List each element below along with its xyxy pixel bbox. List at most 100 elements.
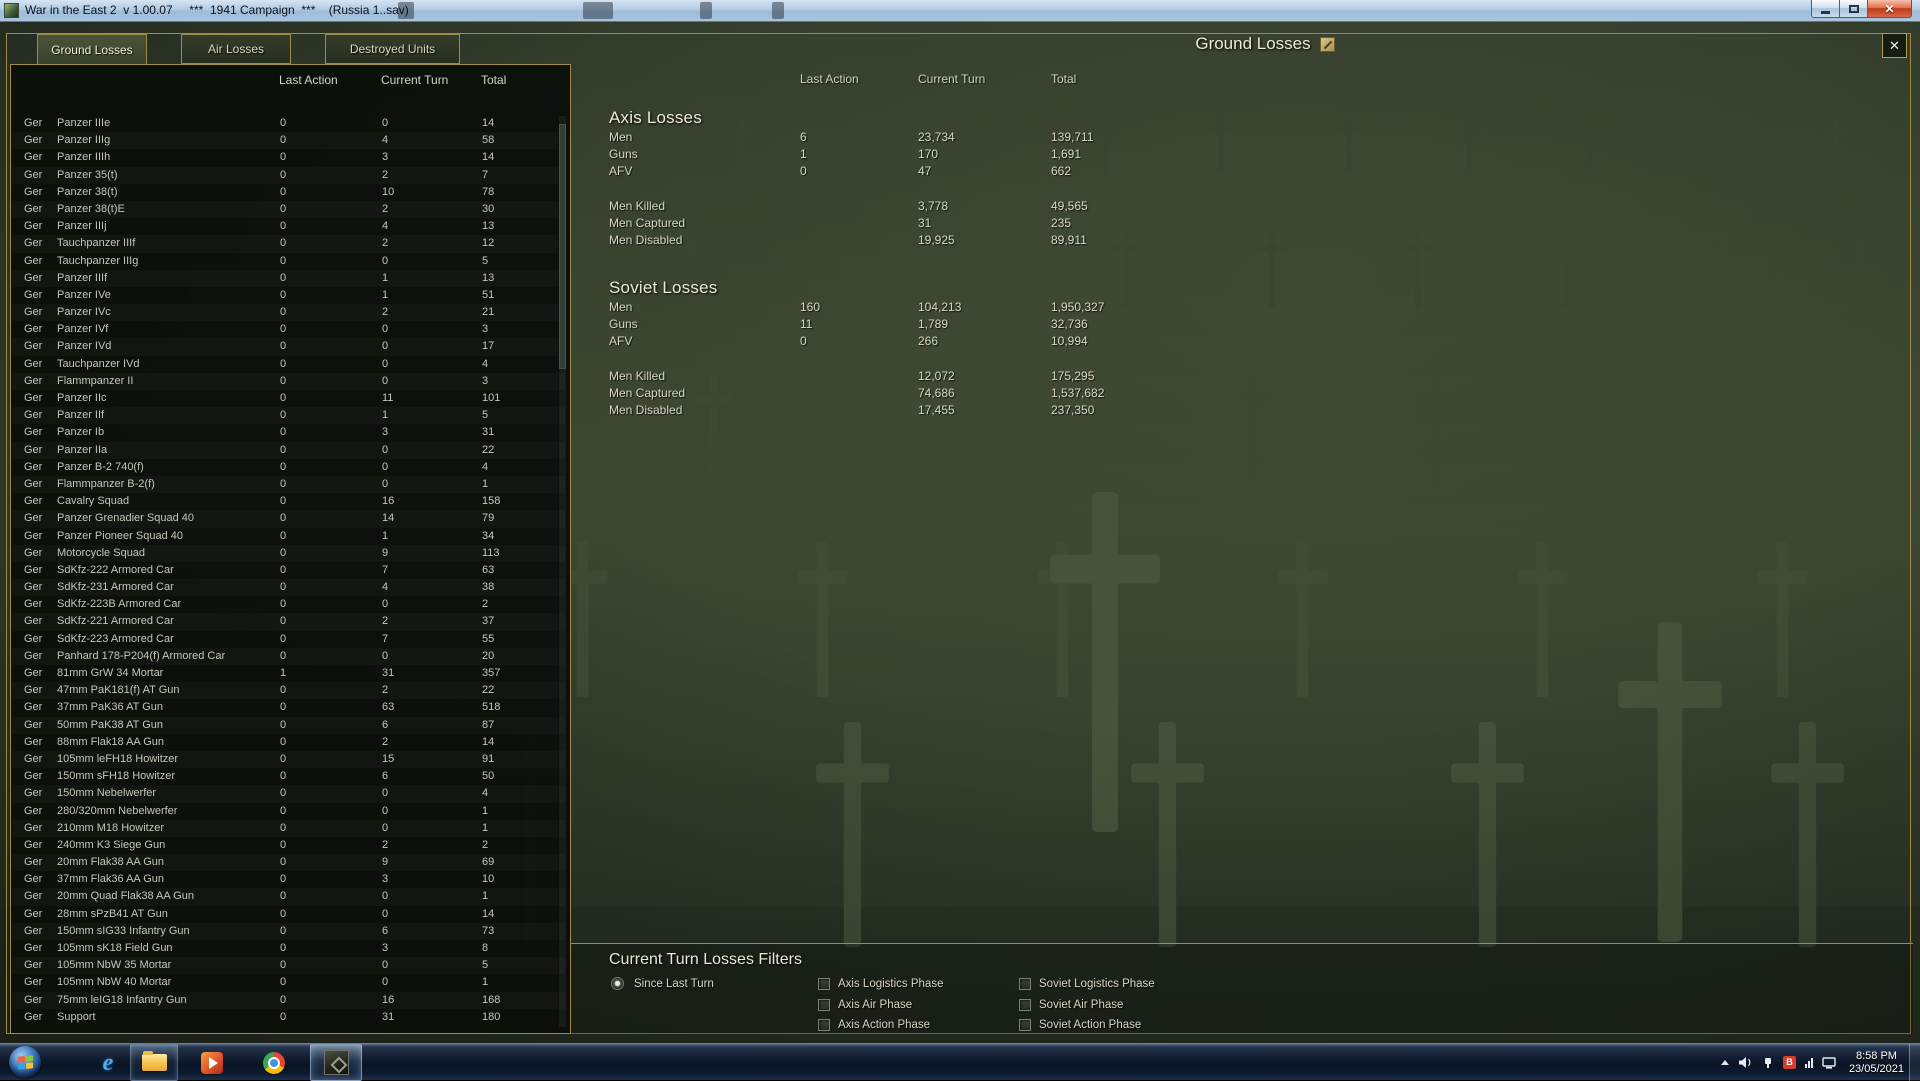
cell-unit-name: 150mm Nebelwerfer bbox=[57, 787, 157, 800]
radio-label: Since Last Turn bbox=[634, 977, 714, 990]
cell-total: 168 bbox=[482, 993, 501, 1006]
cell-last-action: 0 bbox=[280, 770, 287, 783]
power-icon[interactable] bbox=[1762, 1057, 1774, 1069]
filter-checkbox[interactable]: Axis Logistics Phase bbox=[818, 974, 1019, 994]
table-row: Ger 75mm leIG18 Infantry Gun 0 16 168 bbox=[12, 992, 565, 1009]
cell-last-action: 0 bbox=[280, 598, 287, 611]
table-row: Ger Tauchpanzer IIIf 0 2 12 bbox=[12, 235, 565, 252]
summary-current-turn: 19,925 bbox=[918, 232, 955, 247]
cell-current-turn: 0 bbox=[382, 357, 389, 370]
cell-current-turn: 15 bbox=[382, 752, 395, 765]
cell-nationality: Ger bbox=[24, 632, 43, 645]
summary-header-total: Total bbox=[1051, 72, 1077, 86]
cell-nationality: Ger bbox=[24, 220, 43, 233]
cell-nationality: Ger bbox=[24, 942, 43, 954]
scrollbar[interactable] bbox=[558, 115, 567, 1028]
cell-total: 37 bbox=[482, 615, 495, 628]
cell-unit-name: Motorcycle Squad bbox=[57, 546, 146, 559]
cell-last-action: 0 bbox=[280, 426, 287, 439]
filter-checkbox[interactable]: Soviet Air Phase bbox=[1019, 994, 1155, 1014]
tab[interactable]: Destroyed Units bbox=[325, 34, 460, 64]
summary-header-current-turn: Current Turn bbox=[918, 72, 986, 86]
cell-total: 357 bbox=[482, 667, 501, 679]
network-icon[interactable] bbox=[1822, 1056, 1836, 1069]
maximize-icon bbox=[1848, 4, 1859, 13]
notepad-icon[interactable] bbox=[1319, 36, 1335, 52]
close-window-button[interactable]: ✕ bbox=[1867, 0, 1912, 18]
close-x-icon: ✕ bbox=[1889, 37, 1900, 53]
minimize-button[interactable] bbox=[1811, 0, 1840, 18]
filter-checkbox[interactable]: Axis Action Phase bbox=[818, 1015, 1019, 1035]
cell-last-action: 0 bbox=[280, 615, 287, 628]
clock-time: 8:58 PM bbox=[1855, 1049, 1897, 1062]
taskbar-media-player-button[interactable] bbox=[186, 1044, 238, 1081]
cell-total: 4 bbox=[482, 357, 489, 370]
cell-unit-name: 37mm Flak36 AA Gun bbox=[57, 873, 164, 886]
show-desktop-button[interactable] bbox=[1909, 1044, 1920, 1081]
cell-unit-name: 105mm NbW 40 Mortar bbox=[57, 976, 172, 989]
soviet-losses-title: Soviet Losses bbox=[609, 278, 718, 297]
table-row: Ger 47mm PaK181(f) AT Gun 0 2 22 bbox=[12, 682, 565, 699]
table-row: Ger 240mm K3 Siege Gun 0 2 2 bbox=[12, 837, 565, 854]
filter-checkbox[interactable]: Axis Air Phase bbox=[818, 994, 1019, 1014]
cell-current-turn: 10 bbox=[382, 185, 395, 198]
taskbar-game-button[interactable] bbox=[310, 1044, 362, 1081]
tab[interactable]: Air Losses bbox=[181, 34, 291, 64]
cell-last-action: 1 bbox=[280, 667, 287, 679]
table-row: Ger SdKfz-231 Armored Car 0 4 38 bbox=[12, 579, 565, 596]
cell-unit-name: 28mm sPzB41 AT Gun bbox=[57, 907, 168, 920]
cell-unit-name: Panzer IIa bbox=[57, 443, 108, 456]
folder-icon bbox=[141, 1051, 167, 1071]
scrollbar-thumb[interactable] bbox=[559, 124, 566, 369]
screen-header: Ground Losses bbox=[1100, 34, 1430, 54]
summary-total: 235 bbox=[1051, 215, 1072, 230]
since-last-turn-radio[interactable]: Since Last Turn bbox=[611, 977, 714, 990]
summary-current-turn: 12,072 bbox=[918, 368, 955, 383]
cell-nationality: Ger bbox=[24, 581, 43, 594]
cell-unit-name: 280/320mm Nebelwerfer bbox=[57, 804, 178, 817]
cell-unit-name: 50mm PaK38 AT Gun bbox=[57, 718, 163, 731]
volume-icon[interactable] bbox=[1738, 1056, 1753, 1069]
taskbar-file-explorer-button[interactable] bbox=[130, 1044, 178, 1081]
cell-unit-name: Panzer 38(t)E bbox=[57, 202, 125, 215]
cell-total: 101 bbox=[482, 392, 501, 404]
filter-checkbox[interactable]: Soviet Logistics Phase bbox=[1019, 974, 1155, 994]
table-row: Ger 210mm M18 Howitzer 0 0 1 bbox=[12, 820, 565, 837]
filter-checkbox[interactable]: Soviet Action Phase bbox=[1019, 1015, 1155, 1035]
cell-total: 1 bbox=[482, 890, 489, 903]
cell-nationality: Ger bbox=[24, 151, 43, 164]
cell-nationality: Ger bbox=[24, 598, 43, 611]
cell-nationality: Ger bbox=[24, 495, 43, 508]
cell-nationality: Ger bbox=[24, 254, 43, 267]
cell-total: 50 bbox=[482, 770, 495, 783]
cell-unit-name: SdKfz-223 Armored Car bbox=[57, 632, 174, 645]
cell-total: 13 bbox=[482, 220, 495, 233]
summary-current-turn: 31 bbox=[918, 215, 932, 230]
summary-current-turn: 266 bbox=[918, 334, 939, 349]
cell-last-action: 0 bbox=[280, 959, 287, 972]
cell-current-turn: 4 bbox=[382, 581, 389, 594]
cell-last-action: 0 bbox=[280, 374, 287, 387]
cell-last-action: 0 bbox=[280, 512, 287, 525]
tab[interactable]: Ground Losses bbox=[37, 34, 147, 65]
cell-nationality: Ger bbox=[24, 1010, 43, 1023]
taskbar-internet-explorer-button[interactable]: e bbox=[86, 1044, 130, 1081]
cell-current-turn: 1 bbox=[382, 409, 389, 422]
cell-unit-name: SdKfz-221 Armored Car bbox=[57, 615, 174, 628]
screen-title: Ground Losses bbox=[1195, 34, 1311, 53]
cell-unit-name: 150mm sIG33 Infantry Gun bbox=[57, 924, 190, 937]
screen-close-button[interactable]: ✕ bbox=[1882, 33, 1907, 58]
cell-last-action: 0 bbox=[280, 890, 287, 903]
start-button[interactable] bbox=[9, 1046, 41, 1078]
hidden-icons-chevron-icon[interactable] bbox=[1720, 1060, 1729, 1065]
security-tray-icon[interactable]: B bbox=[1782, 1056, 1796, 1069]
cell-unit-name: Panzer IIIj bbox=[57, 220, 107, 233]
cell-nationality: Ger bbox=[24, 546, 43, 559]
taskbar-clock[interactable]: 8:58 PM 23/05/2021 bbox=[1849, 1050, 1904, 1076]
signal-bars-icon[interactable] bbox=[1804, 1057, 1813, 1068]
cell-nationality: Ger bbox=[24, 821, 43, 834]
column-header-last-action: Last Action bbox=[279, 73, 338, 87]
maximize-button[interactable] bbox=[1840, 0, 1867, 18]
summary-last-action bbox=[800, 232, 918, 249]
taskbar-chrome-button[interactable] bbox=[248, 1044, 300, 1081]
